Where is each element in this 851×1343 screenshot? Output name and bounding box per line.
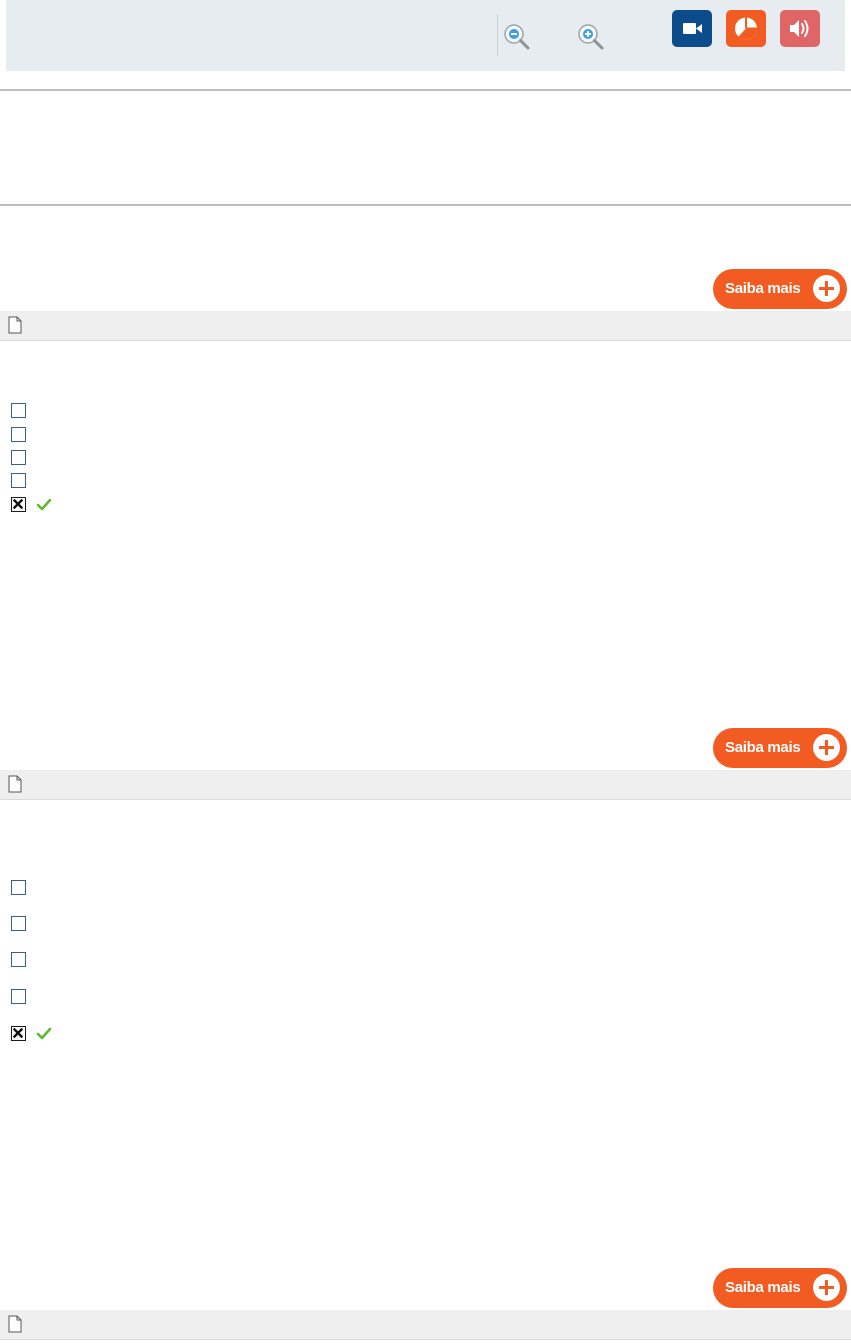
question-header-bar — [0, 770, 851, 800]
plus-circle-icon — [813, 734, 840, 761]
zoom-out-button[interactable] — [501, 20, 533, 52]
speaker-icon — [790, 20, 809, 37]
saiba-mais-button[interactable]: Saiba mais — [713, 728, 847, 768]
x-mark-icon — [12, 498, 24, 510]
magnifier-plus-icon — [578, 24, 604, 50]
question-header-bar — [0, 1310, 851, 1340]
audio-button[interactable] — [780, 10, 820, 47]
answer-checkbox[interactable] — [11, 403, 26, 418]
answer-checkbox[interactable] — [11, 916, 26, 931]
answer-checkbox[interactable] — [11, 989, 26, 1004]
plus-circle-icon — [813, 275, 840, 302]
pie-chart-icon — [735, 17, 757, 40]
answer-checkbox[interactable] — [11, 450, 26, 465]
separator-bottom — [0, 204, 851, 206]
saiba-mais-label: Saiba mais — [725, 1279, 801, 1296]
document-icon — [8, 775, 22, 793]
answer-checkbox-checked[interactable] — [11, 497, 26, 512]
answer-checkbox[interactable] — [11, 473, 26, 488]
document-icon — [8, 316, 22, 334]
separator-top — [0, 89, 851, 91]
saiba-mais-label: Saiba mais — [725, 739, 801, 756]
magnifier-minus-icon — [504, 24, 530, 50]
answer-checkbox[interactable] — [11, 952, 26, 967]
saiba-mais-button[interactable]: Saiba mais — [713, 269, 847, 309]
answer-checkbox-checked[interactable] — [11, 1026, 26, 1041]
correct-check-icon — [37, 499, 51, 511]
video-camera-icon — [683, 23, 702, 34]
saiba-mais-label: Saiba mais — [725, 280, 801, 297]
toolbar-divider — [497, 14, 498, 56]
document-icon — [8, 1315, 22, 1333]
toolbar — [6, 0, 845, 71]
correct-check-icon — [37, 1028, 51, 1040]
zoom-in-button[interactable] — [575, 20, 607, 52]
x-mark-icon — [12, 1027, 24, 1039]
answer-checkbox[interactable] — [11, 880, 26, 895]
saiba-mais-button[interactable]: Saiba mais — [713, 1268, 847, 1308]
chart-button[interactable] — [726, 10, 766, 47]
answer-checkbox[interactable] — [11, 427, 26, 442]
plus-circle-icon — [813, 1274, 840, 1301]
question-header-bar — [0, 311, 851, 341]
video-button[interactable] — [672, 10, 712, 47]
